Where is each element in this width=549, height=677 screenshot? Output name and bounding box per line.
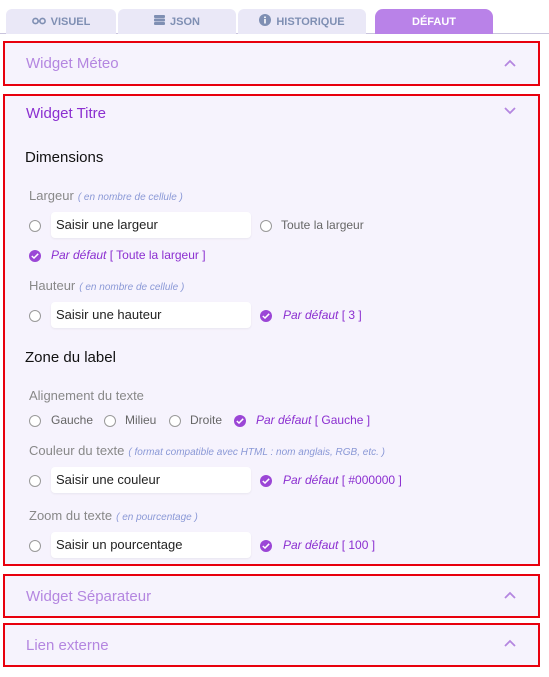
check-circle-icon[interactable] bbox=[260, 310, 272, 322]
section-title-zone-du-label: Zone du label bbox=[25, 349, 116, 366]
hint-hauteur: ( en nombre de cellule ) bbox=[79, 282, 185, 293]
hauteur-input[interactable]: Saisir une hauteur bbox=[51, 302, 251, 328]
default-hauteur[interactable]: Par défaut [ 3 ] bbox=[283, 308, 362, 322]
panel-lien-externe: Lien externe bbox=[3, 623, 540, 667]
tab-visuel[interactable]: VISUEL bbox=[6, 9, 116, 34]
panel-widget-meteo-header[interactable]: Widget Méteo bbox=[5, 43, 538, 84]
field-label-largeur: Largeur( en nombre de cellule ) bbox=[29, 188, 183, 203]
tab-historique[interactable]: HISTORIQUE bbox=[238, 9, 366, 34]
chevron-up-icon[interactable] bbox=[504, 591, 516, 601]
radio-hauteur-custom[interactable] bbox=[29, 310, 41, 322]
radio-couleur-custom[interactable] bbox=[29, 475, 41, 487]
panel-widget-separateur: Widget Séparateur bbox=[3, 574, 540, 618]
chevron-down-icon[interactable] bbox=[504, 107, 516, 117]
couleur-input[interactable]: Saisir une couleur bbox=[51, 467, 251, 493]
tab-json[interactable]: JSON bbox=[118, 9, 236, 34]
field-label-couleur: Couleur du texte( format compatible avec… bbox=[29, 443, 385, 458]
default-alignement[interactable]: Par défaut [ Gauche ] bbox=[256, 413, 370, 427]
panel-widget-titre: Widget Titre Dimensions Largeur( en nomb… bbox=[3, 94, 540, 566]
check-circle-icon[interactable] bbox=[234, 415, 246, 427]
panel-lien-externe-title: Lien externe bbox=[26, 636, 109, 654]
tab-historique-label: HISTORIQUE bbox=[276, 15, 345, 28]
tab-defaut[interactable]: DÉFAUT bbox=[375, 9, 493, 34]
radio-align-gauche[interactable] bbox=[29, 415, 41, 427]
hint-largeur: ( en nombre de cellule ) bbox=[77, 192, 183, 203]
tab-visuel-label: VISUEL bbox=[50, 15, 91, 28]
check-circle-icon[interactable] bbox=[260, 475, 272, 487]
eye-icon bbox=[31, 16, 46, 28]
option-milieu[interactable]: Milieu bbox=[125, 413, 156, 427]
chevron-up-icon[interactable] bbox=[504, 639, 516, 649]
panel-widget-titre-title: Widget Titre bbox=[26, 105, 107, 122]
option-gauche[interactable]: Gauche bbox=[51, 413, 93, 427]
largeur-input[interactable]: Saisir une largeur bbox=[51, 212, 251, 238]
section-title-dimensions: Dimensions bbox=[25, 149, 104, 166]
database-icon bbox=[154, 15, 166, 28]
panel-widget-separateur-title: Widget Séparateur bbox=[26, 587, 152, 605]
chevron-up-icon[interactable] bbox=[504, 59, 516, 69]
field-label-zoom: Zoom du texte( en pourcentage ) bbox=[29, 508, 198, 523]
field-label-alignement: Alignement du texte bbox=[29, 388, 144, 403]
default-zoom[interactable]: Par défaut [ 100 ] bbox=[283, 538, 375, 552]
hint-zoom: ( en pourcentage ) bbox=[116, 512, 198, 523]
check-circle-icon[interactable] bbox=[260, 540, 272, 552]
option-droite[interactable]: Droite bbox=[190, 413, 222, 427]
panel-lien-externe-header[interactable]: Lien externe bbox=[5, 625, 538, 665]
radio-align-droite[interactable] bbox=[169, 415, 181, 427]
panel-widget-meteo: Widget Méteo bbox=[3, 41, 540, 86]
zoom-input[interactable]: Saisir un pourcentage bbox=[51, 532, 251, 558]
radio-zoom-custom[interactable] bbox=[29, 540, 41, 552]
hint-couleur: ( format compatible avec HTML : nom angl… bbox=[128, 447, 385, 458]
option-toute-la-largeur[interactable]: Toute la largeur bbox=[281, 218, 364, 232]
radio-largeur-custom[interactable] bbox=[29, 220, 41, 232]
tab-defaut-label: DÉFAUT bbox=[412, 15, 456, 28]
panel-widget-separateur-header[interactable]: Widget Séparateur bbox=[5, 576, 538, 616]
radio-largeur-full[interactable] bbox=[260, 220, 272, 232]
default-couleur[interactable]: Par défaut [ #000000 ] bbox=[283, 473, 402, 487]
check-circle-icon[interactable] bbox=[29, 250, 41, 262]
info-icon bbox=[259, 14, 272, 29]
panel-widget-titre-header[interactable]: Widget Titre bbox=[5, 96, 538, 131]
tab-bar: VISUEL JSON HISTORIQUE DÉFAUT bbox=[0, 0, 549, 34]
field-label-hauteur: Hauteur( en nombre de cellule ) bbox=[29, 278, 185, 293]
panel-widget-meteo-title: Widget Méteo bbox=[26, 55, 119, 72]
default-largeur[interactable]: Par défaut [ Toute la largeur ] bbox=[51, 248, 206, 262]
tab-json-label: JSON bbox=[170, 15, 200, 28]
radio-align-milieu[interactable] bbox=[104, 415, 116, 427]
